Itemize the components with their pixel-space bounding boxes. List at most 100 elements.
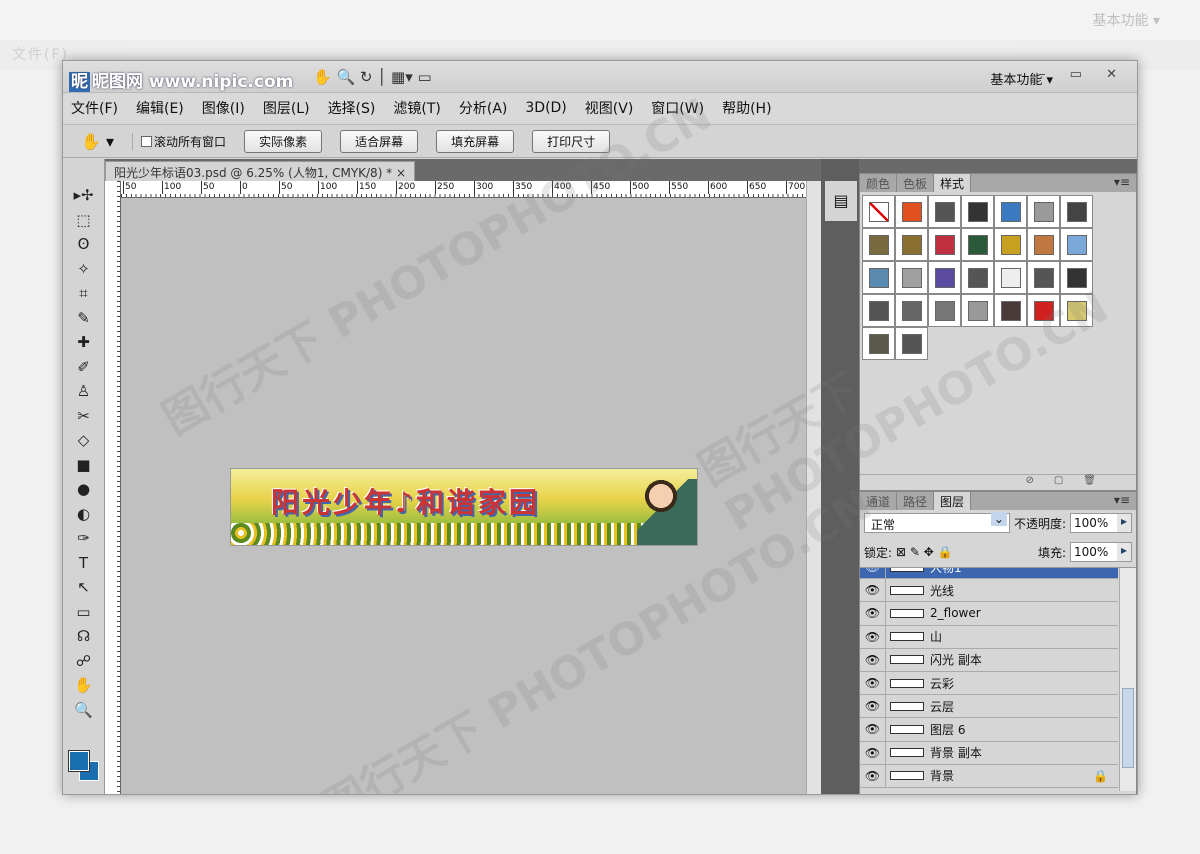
tool-4[interactable]: ⌗ — [63, 281, 104, 306]
visibility-eye-icon[interactable]: 👁 — [860, 695, 886, 718]
tab-styles[interactable]: 样式 — [934, 174, 972, 192]
style-swatch[interactable] — [895, 261, 928, 294]
style-swatch[interactable] — [895, 294, 928, 327]
layer-row[interactable]: 👁 2_flower — [860, 602, 1118, 626]
visibility-eye-icon[interactable]: 👁 — [860, 671, 886, 695]
visibility-eye-icon[interactable]: 👁 — [860, 568, 886, 579]
style-swatch[interactable] — [1027, 195, 1060, 228]
style-swatch[interactable] — [862, 294, 895, 327]
style-swatch[interactable] — [994, 195, 1027, 228]
tool-7[interactable]: ✐ — [63, 355, 104, 380]
style-swatch[interactable] — [895, 195, 928, 228]
menu-3d[interactable]: 3D(D) — [525, 100, 566, 116]
menu-view[interactable]: 视图(V) — [585, 98, 634, 118]
canvas-area[interactable]: 阳光少年♪和谐家园 — [121, 198, 806, 794]
color-swatches[interactable] — [68, 750, 99, 781]
fit-screen-button[interactable]: 适合屏幕 — [340, 129, 419, 153]
style-swatch[interactable] — [1060, 195, 1093, 228]
tool-15[interactable]: T — [63, 551, 104, 576]
tool-2[interactable]: ʘ — [63, 232, 104, 257]
menu-window[interactable]: 窗口(W) — [651, 98, 704, 118]
panel-menu-icon[interactable]: ▾≡ — [1108, 174, 1136, 192]
tool-1[interactable]: ⬚ — [63, 208, 104, 233]
styles-dock-icon[interactable]: ▤ — [825, 181, 857, 221]
tab-paths[interactable]: 路径 — [897, 492, 935, 510]
tool-16[interactable]: ↖ — [63, 575, 104, 600]
tab-layers[interactable]: 图层 — [934, 492, 972, 510]
layer-row[interactable]: 👁 背景 🔒 — [860, 764, 1118, 788]
style-swatch[interactable] — [928, 228, 961, 261]
tool-10[interactable]: ◇ — [63, 428, 104, 453]
layer-row[interactable]: 👁 背景 副本 — [860, 741, 1118, 765]
vertical-scrollbar[interactable] — [806, 181, 821, 794]
tool-18[interactable]: ☊ — [63, 624, 104, 649]
tool-19[interactable]: ☍ — [63, 649, 104, 674]
tool-13[interactable]: ◐ — [63, 502, 104, 527]
hand-tool-preset-icon[interactable]: ✋ ▾ — [81, 132, 114, 151]
tool-21[interactable]: 🔍 — [63, 698, 104, 723]
style-swatch[interactable] — [1027, 228, 1060, 261]
visibility-eye-icon[interactable]: 👁 — [860, 741, 886, 764]
actual-pixels-button[interactable]: 实际像素 — [244, 129, 323, 153]
style-swatch[interactable] — [1060, 228, 1093, 261]
visibility-eye-icon[interactable]: 👁 — [860, 579, 886, 602]
tab-swatches[interactable]: 色板 — [897, 174, 935, 192]
tool-0[interactable]: ▸✢ — [63, 183, 104, 208]
window-controls[interactable]: – ▭ ✕ — [1039, 67, 1127, 82]
tool-5[interactable]: ✎ — [63, 306, 104, 331]
layer-row[interactable]: 👁 图层 6 — [860, 718, 1118, 742]
tab-color[interactable]: 颜色 — [860, 174, 898, 192]
style-swatch[interactable] — [994, 261, 1027, 294]
menu-analysis[interactable]: 分析(A) — [459, 98, 508, 118]
visibility-eye-icon[interactable]: 👁 — [860, 648, 886, 671]
document-tab[interactable]: 阳光少年标语03.psd @ 6.25% (人物1, CMYK/8) * × — [105, 161, 416, 181]
style-swatch[interactable] — [1027, 261, 1060, 294]
style-swatch[interactable] — [994, 294, 1027, 327]
opacity-input[interactable]: 100% — [1070, 513, 1132, 533]
style-swatch[interactable] — [895, 228, 928, 261]
menu-help[interactable]: 帮助(H) — [722, 98, 771, 118]
style-swatch[interactable] — [862, 228, 895, 261]
style-swatch[interactable] — [862, 327, 895, 360]
visibility-eye-icon[interactable]: 👁 — [860, 625, 886, 648]
style-swatch[interactable] — [1060, 294, 1093, 327]
close-tab-icon[interactable]: × — [396, 166, 406, 180]
menu-file[interactable]: 文件(F) — [71, 98, 118, 118]
layer-row[interactable]: 👁 山 — [860, 625, 1118, 649]
tool-6[interactable]: ✚ — [63, 330, 104, 355]
visibility-eye-icon[interactable]: 👁 — [860, 602, 886, 625]
scroll-all-windows-checkbox[interactable]: 滚动所有窗口 — [132, 132, 226, 150]
style-swatch[interactable] — [895, 327, 928, 360]
style-swatch[interactable] — [961, 261, 994, 294]
style-swatch[interactable] — [1027, 294, 1060, 327]
menu-layer[interactable]: 图层(L) — [263, 98, 310, 118]
style-swatch[interactable] — [961, 294, 994, 327]
style-swatch[interactable] — [961, 228, 994, 261]
style-swatch[interactable] — [1060, 261, 1093, 294]
tool-9[interactable]: ✂ — [63, 404, 104, 429]
menu-edit[interactable]: 编辑(E) — [136, 98, 184, 118]
layers-scrollbar[interactable] — [1119, 568, 1136, 791]
tool-3[interactable]: ✧ — [63, 257, 104, 282]
menu-filter[interactable]: 滤镜(T) — [393, 98, 440, 118]
foreground-color[interactable] — [68, 750, 90, 772]
blend-mode-select[interactable]: 正常 — [864, 512, 1010, 533]
layer-row[interactable]: 👁 云层 — [860, 695, 1118, 719]
visibility-eye-icon[interactable]: 👁 — [860, 764, 886, 787]
tool-14[interactable]: ✑ — [63, 526, 104, 551]
styles-footer-icons[interactable]: ⊘▢🗑 — [860, 474, 1136, 490]
style-swatch[interactable] — [961, 195, 994, 228]
layer-row[interactable]: 👁 光线 — [860, 579, 1118, 603]
style-swatch[interactable] — [928, 261, 961, 294]
tab-channels[interactable]: 通道 — [860, 492, 898, 510]
print-size-button[interactable]: 打印尺寸 — [532, 129, 611, 153]
tool-20[interactable]: ✋ — [63, 673, 104, 698]
fill-input[interactable]: 100% — [1070, 542, 1132, 562]
menu-select[interactable]: 选择(S) — [328, 98, 376, 118]
tool-17[interactable]: ▭ — [63, 600, 104, 625]
tool-8[interactable]: ♙ — [63, 379, 104, 404]
panel-menu-icon[interactable]: ▾≡ — [1108, 492, 1136, 510]
fill-screen-button[interactable]: 填充屏幕 — [436, 129, 515, 153]
layer-row[interactable]: 👁 云彩 — [860, 671, 1118, 696]
app-bar-icons[interactable]: ✋ 🔍 ↻ │ ▦▾ ▭ — [313, 68, 432, 86]
